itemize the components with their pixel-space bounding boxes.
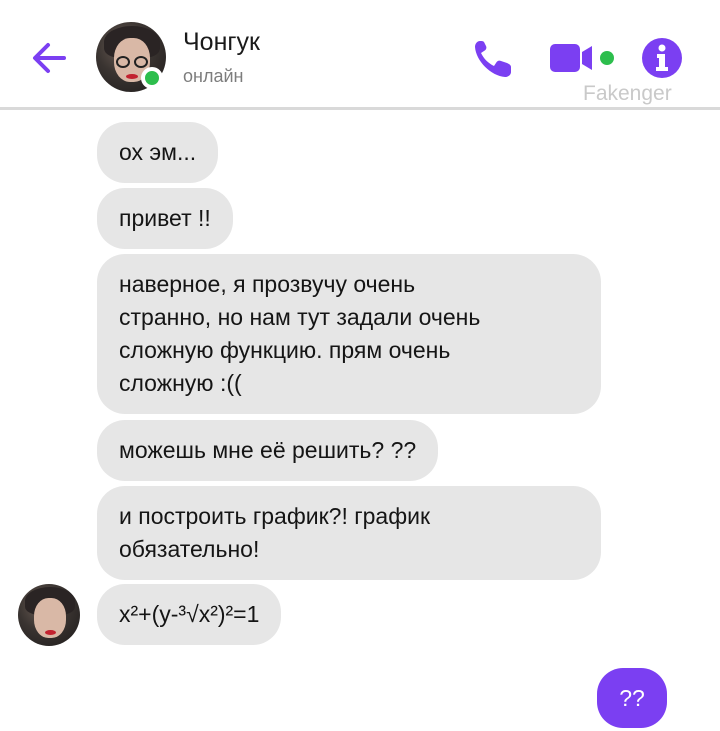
contact-name[interactable]: Чонгук: [183, 28, 260, 57]
sender-avatar[interactable]: [18, 584, 80, 646]
sent-message[interactable]: ??: [597, 668, 667, 728]
back-arrow-icon: [33, 43, 66, 73]
contact-status: онлайн: [183, 66, 244, 86]
received-message[interactable]: привет !!: [97, 188, 233, 249]
info-icon: [642, 38, 682, 78]
received-message[interactable]: наверное, я прозвучу очень странно, но н…: [97, 254, 601, 414]
call-button[interactable]: [470, 36, 516, 82]
phone-icon: [475, 41, 511, 77]
chat-header: Чонгук онлайн Fakenger: [0, 0, 720, 110]
received-message[interactable]: и построить график?! график обязательно!: [97, 486, 601, 580]
watermark: Fakenger: [583, 82, 672, 105]
info-button[interactable]: [640, 36, 684, 80]
received-message[interactable]: можешь мне её решить? ??: [97, 420, 439, 481]
video-camera-icon: [550, 44, 614, 72]
back-button[interactable]: [28, 36, 72, 80]
online-indicator: [141, 67, 163, 89]
video-call-button[interactable]: [548, 38, 618, 78]
received-message[interactable]: ох эм...: [97, 122, 219, 183]
received-message[interactable]: x²+(y-³√x²)²=1: [97, 584, 282, 645]
